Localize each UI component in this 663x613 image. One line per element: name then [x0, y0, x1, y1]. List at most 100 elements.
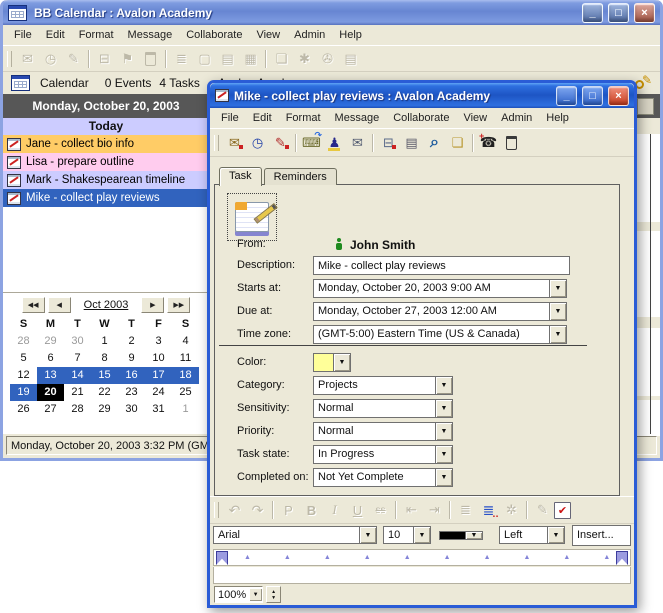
calendar-day[interactable]: 1: [91, 333, 118, 350]
timezone-select[interactable]: (GMT-5:00) Eastern Time (US & Canada): [313, 325, 567, 344]
font-size-select[interactable]: 10: [383, 526, 431, 544]
minimize-button[interactable]: _: [582, 3, 603, 23]
insert-select[interactable]: Insert...: [572, 525, 631, 546]
calendar-day[interactable]: 4: [172, 333, 199, 350]
tab-task[interactable]: Task: [219, 167, 262, 186]
calendar-day[interactable]: 3: [145, 333, 172, 350]
calendar-day[interactable]: 2: [118, 333, 145, 350]
dialog-titlebar[interactable]: Mike - collect play reviews : Avalon Aca…: [210, 83, 634, 108]
calendar-day[interactable]: 16: [118, 367, 145, 384]
calendar-day[interactable]: 12: [10, 367, 37, 384]
assign-icon[interactable]: [323, 133, 346, 153]
description-input[interactable]: Mike - collect play reviews: [313, 256, 570, 275]
dropdown-arrow-icon[interactable]: [549, 280, 566, 297]
message-options-icon[interactable]: [377, 133, 400, 153]
calendar-day[interactable]: 10: [145, 350, 172, 367]
new-task-icon[interactable]: [269, 133, 292, 153]
dropdown-arrow-icon[interactable]: [413, 527, 430, 543]
sensitivity-select[interactable]: Normal: [313, 399, 453, 418]
file-icon[interactable]: [446, 133, 469, 153]
calendar-day[interactable]: 18: [172, 367, 199, 384]
menu-collaborate[interactable]: Collaborate: [179, 27, 249, 43]
call-icon[interactable]: [477, 133, 500, 153]
font-color-select[interactable]: [439, 531, 483, 540]
new-alarm-icon[interactable]: [246, 133, 269, 153]
task-list-item[interactable]: Mike - collect play reviews: [3, 189, 209, 207]
menu-help[interactable]: Help: [539, 110, 576, 126]
task-list-item[interactable]: Mark - Shakespearean timeline: [3, 171, 209, 189]
main-titlebar[interactable]: BB Calendar : Avalon Academy _ □ ×: [3, 0, 660, 25]
dropdown-arrow-icon[interactable]: [435, 469, 452, 486]
next-year-button[interactable]: ▶▶: [167, 297, 190, 313]
menu-collaborate[interactable]: Collaborate: [386, 110, 456, 126]
due-at-select[interactable]: Monday, October 27, 2003 12:00 AM: [313, 302, 567, 321]
dropdown-arrow-icon[interactable]: [435, 377, 452, 394]
category-select[interactable]: Projects: [313, 376, 453, 395]
calendar-day[interactable]: 23: [118, 384, 145, 401]
dropdown-arrow-icon[interactable]: [547, 527, 564, 543]
menu-format[interactable]: Format: [279, 110, 328, 126]
completed-on-select[interactable]: Not Yet Complete: [313, 468, 453, 487]
calendar-day[interactable]: 30: [118, 401, 145, 418]
task-list-icon[interactable]: [477, 500, 500, 520]
calendar-day[interactable]: 20: [37, 384, 64, 401]
priority-select[interactable]: Normal: [313, 422, 453, 441]
calendar-day[interactable]: 17: [145, 367, 172, 384]
send-icon[interactable]: [300, 133, 323, 153]
calendar-day[interactable]: 8: [91, 350, 118, 367]
calendar-day[interactable]: 31: [145, 401, 172, 418]
dialog-maximize-button[interactable]: □: [582, 86, 603, 106]
calendar-day[interactable]: 29: [91, 401, 118, 418]
calendar-day[interactable]: 30: [64, 333, 91, 350]
menu-file[interactable]: File: [214, 110, 246, 126]
color-select[interactable]: [313, 353, 351, 372]
calendar-day[interactable]: 26: [10, 401, 37, 418]
dialog-minimize-button[interactable]: _: [556, 86, 577, 106]
dropdown-arrow-icon[interactable]: [435, 400, 452, 417]
menu-message[interactable]: Message: [328, 110, 387, 126]
month-label[interactable]: Oct 2003: [84, 299, 129, 311]
calendar-day[interactable]: 6: [37, 350, 64, 367]
calendar-day[interactable]: 25: [172, 384, 199, 401]
calendar-day[interactable]: 9: [118, 350, 145, 367]
calendar-day[interactable]: 14: [64, 367, 91, 384]
tab-reminders[interactable]: Reminders: [264, 168, 337, 185]
ruler-right-marker-icon[interactable]: [616, 551, 628, 565]
calendar-day[interactable]: 15: [91, 367, 118, 384]
menu-edit[interactable]: Edit: [246, 110, 279, 126]
menu-message[interactable]: Message: [121, 27, 180, 43]
calendar-day[interactable]: 1: [172, 401, 199, 418]
starts-at-select[interactable]: Monday, October 20, 2003 9:00 AM: [313, 279, 567, 298]
task-state-select[interactable]: In Progress: [313, 445, 453, 464]
calendar-label[interactable]: Calendar: [40, 76, 89, 90]
zoom-dropdown-icon[interactable]: [249, 588, 262, 601]
date-header-scroll-button[interactable]: [637, 98, 654, 115]
calendar-day[interactable]: 7: [64, 350, 91, 367]
menu-format[interactable]: Format: [72, 27, 121, 43]
menu-file[interactable]: File: [7, 27, 39, 43]
calendar-day[interactable]: 28: [64, 401, 91, 418]
calendar-day[interactable]: 29: [37, 333, 64, 350]
address-icon[interactable]: [346, 133, 369, 153]
ruler-left-marker-icon[interactable]: [216, 551, 228, 565]
font-family-select[interactable]: Arial: [213, 526, 377, 544]
calendar-day[interactable]: 28: [10, 333, 37, 350]
dropdown-arrow-icon[interactable]: [333, 354, 350, 371]
maximize-button[interactable]: □: [608, 3, 629, 23]
calendar-day[interactable]: 11: [172, 350, 199, 367]
calendar-day[interactable]: 5: [10, 350, 37, 367]
note-text-area[interactable]: [213, 567, 631, 584]
delete-icon[interactable]: [500, 133, 523, 153]
next-month-button[interactable]: ▶: [141, 297, 164, 313]
menu-admin[interactable]: Admin: [494, 110, 539, 126]
dropdown-arrow-icon[interactable]: [435, 423, 452, 440]
menu-help[interactable]: Help: [332, 27, 369, 43]
task-list-item[interactable]: Jane - collect bio info: [3, 135, 209, 153]
menu-view[interactable]: View: [249, 27, 287, 43]
dropdown-arrow-icon[interactable]: [465, 532, 482, 539]
prev-month-button[interactable]: ◀: [48, 297, 71, 313]
calendar-day[interactable]: 24: [145, 384, 172, 401]
menu-admin[interactable]: Admin: [287, 27, 332, 43]
new-event-icon[interactable]: [223, 133, 246, 153]
menu-view[interactable]: View: [456, 110, 494, 126]
